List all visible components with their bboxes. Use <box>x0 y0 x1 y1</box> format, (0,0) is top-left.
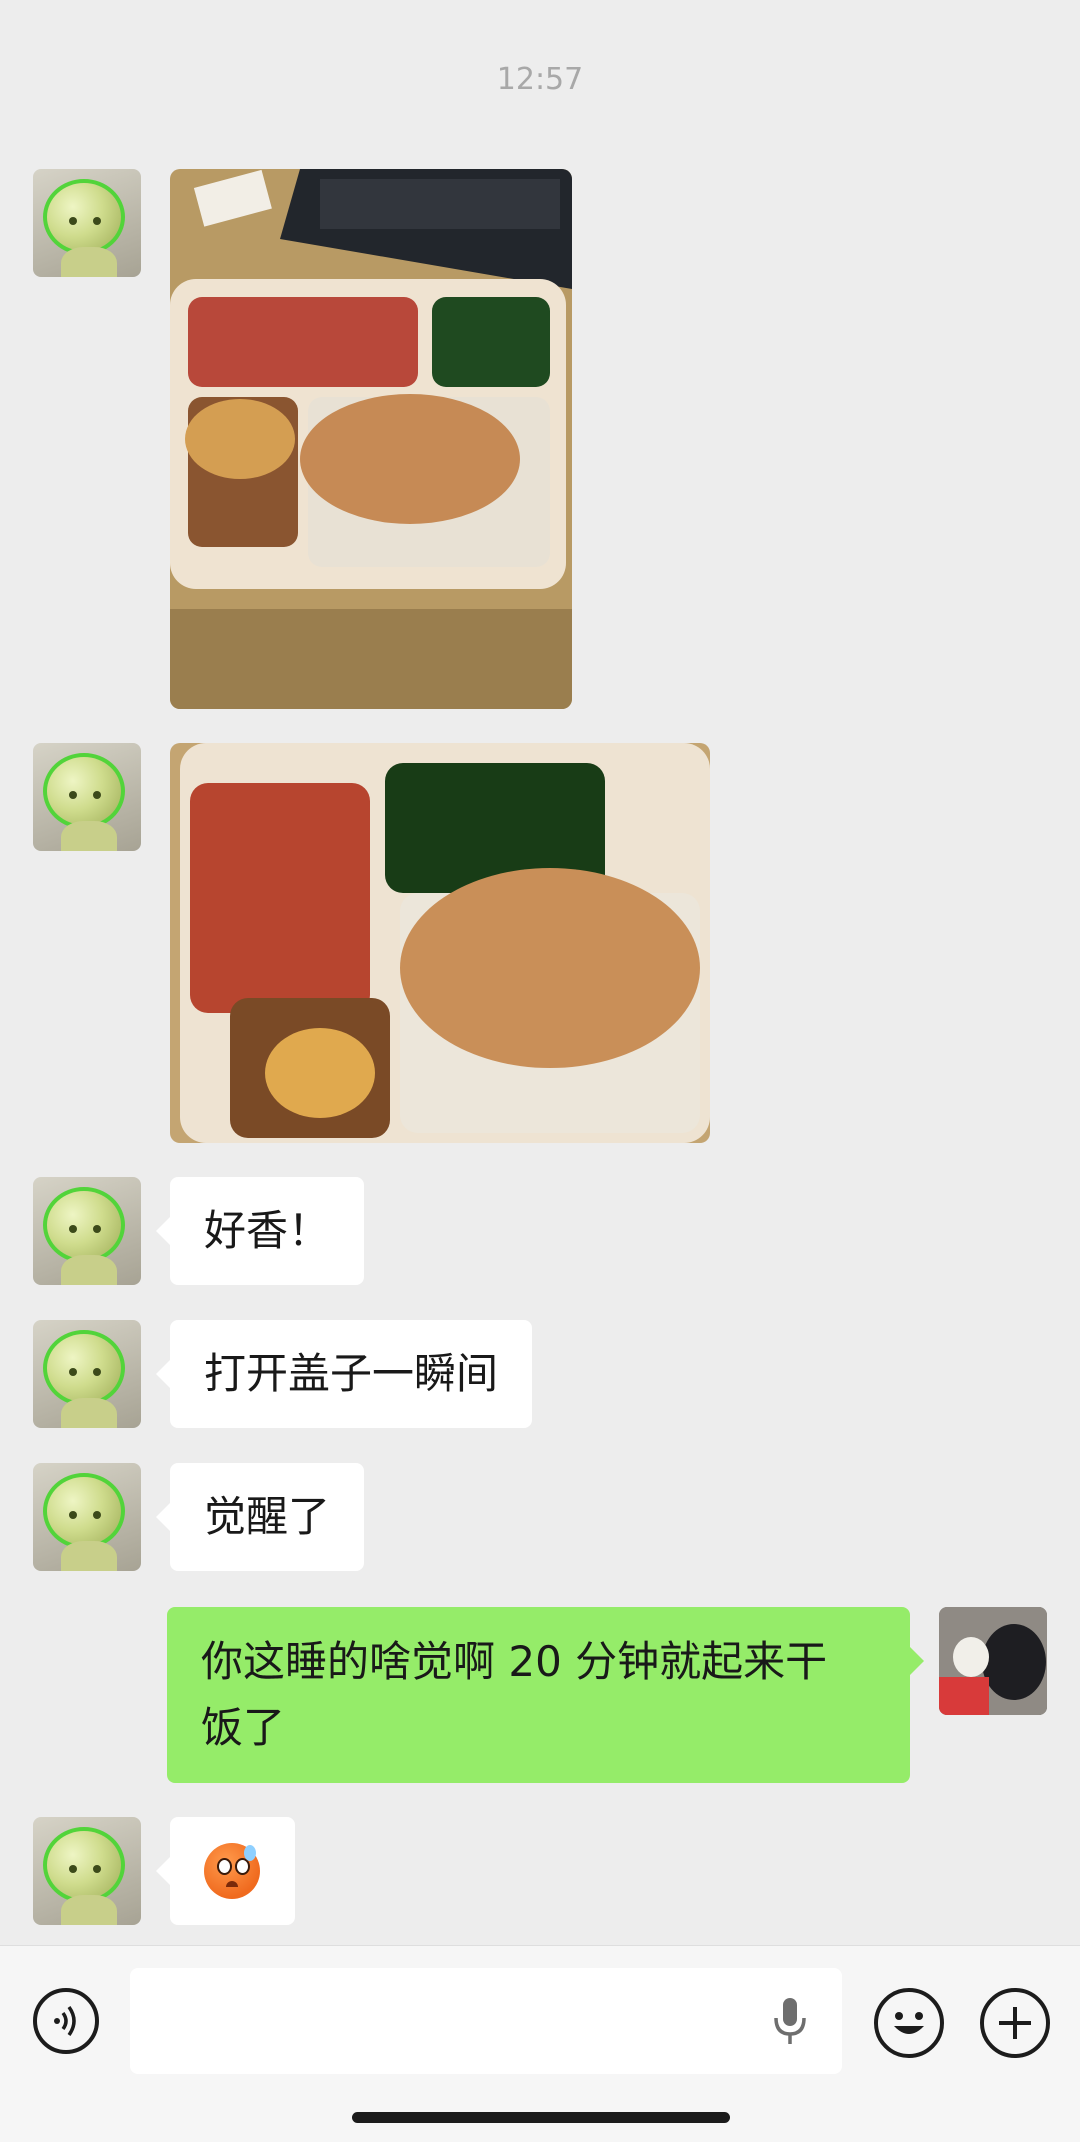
contact-avatar[interactable] <box>33 1177 141 1285</box>
microphone-icon[interactable] <box>770 1996 810 2048</box>
outgoing-message-bubble[interactable]: 你这睡的啥觉啊 20 分钟就起来干 饭了 <box>167 1607 924 1783</box>
food-photo-1[interactable] <box>170 169 572 709</box>
message-bubble[interactable]: 打开盖子一瞬间 <box>155 1320 533 1428</box>
my-avatar-image <box>939 1607 1047 1715</box>
plus-icon[interactable] <box>980 1988 1050 2058</box>
food-photo-2[interactable] <box>170 743 710 1143</box>
contact-avatar[interactable] <box>33 1320 141 1428</box>
avatar-character-head <box>43 1473 125 1549</box>
my-avatar[interactable] <box>939 1607 1047 1715</box>
message-text: 打开盖子一瞬间 <box>204 1349 499 1398</box>
contact-avatar[interactable] <box>33 169 141 277</box>
emoji-message-bubble[interactable] <box>156 1817 295 1925</box>
message-text: 好香！ <box>204 1206 331 1255</box>
food-photo-2-image <box>170 743 710 1143</box>
sweat-emoji-icon <box>204 1843 260 1899</box>
voice-icon[interactable] <box>33 1988 99 2054</box>
message-text-line-2: 饭了 <box>201 1703 286 1752</box>
message-bubble[interactable]: 好香！ <box>155 1177 365 1285</box>
home-indicator[interactable] <box>352 2112 730 2123</box>
avatar-character-head <box>43 1330 125 1406</box>
message-text-line-1: 你这睡的啥觉啊 20 分钟就起来干 <box>201 1637 828 1686</box>
emoji-icon[interactable] <box>874 1988 944 2058</box>
message-text: 觉醒了 <box>204 1492 331 1541</box>
contact-avatar[interactable] <box>33 1817 141 1925</box>
message-bubble[interactable]: 觉醒了 <box>155 1463 365 1571</box>
contact-avatar[interactable] <box>33 1463 141 1571</box>
avatar-character-head <box>43 753 125 829</box>
timestamp: 12:57 <box>496 62 584 97</box>
avatar-character-head <box>43 1187 125 1263</box>
contact-avatar[interactable] <box>33 743 141 851</box>
food-photo-1-image <box>170 169 572 709</box>
avatar-character-head <box>43 1827 125 1903</box>
avatar-character-head <box>43 179 125 255</box>
message-input[interactable] <box>130 1968 842 2074</box>
